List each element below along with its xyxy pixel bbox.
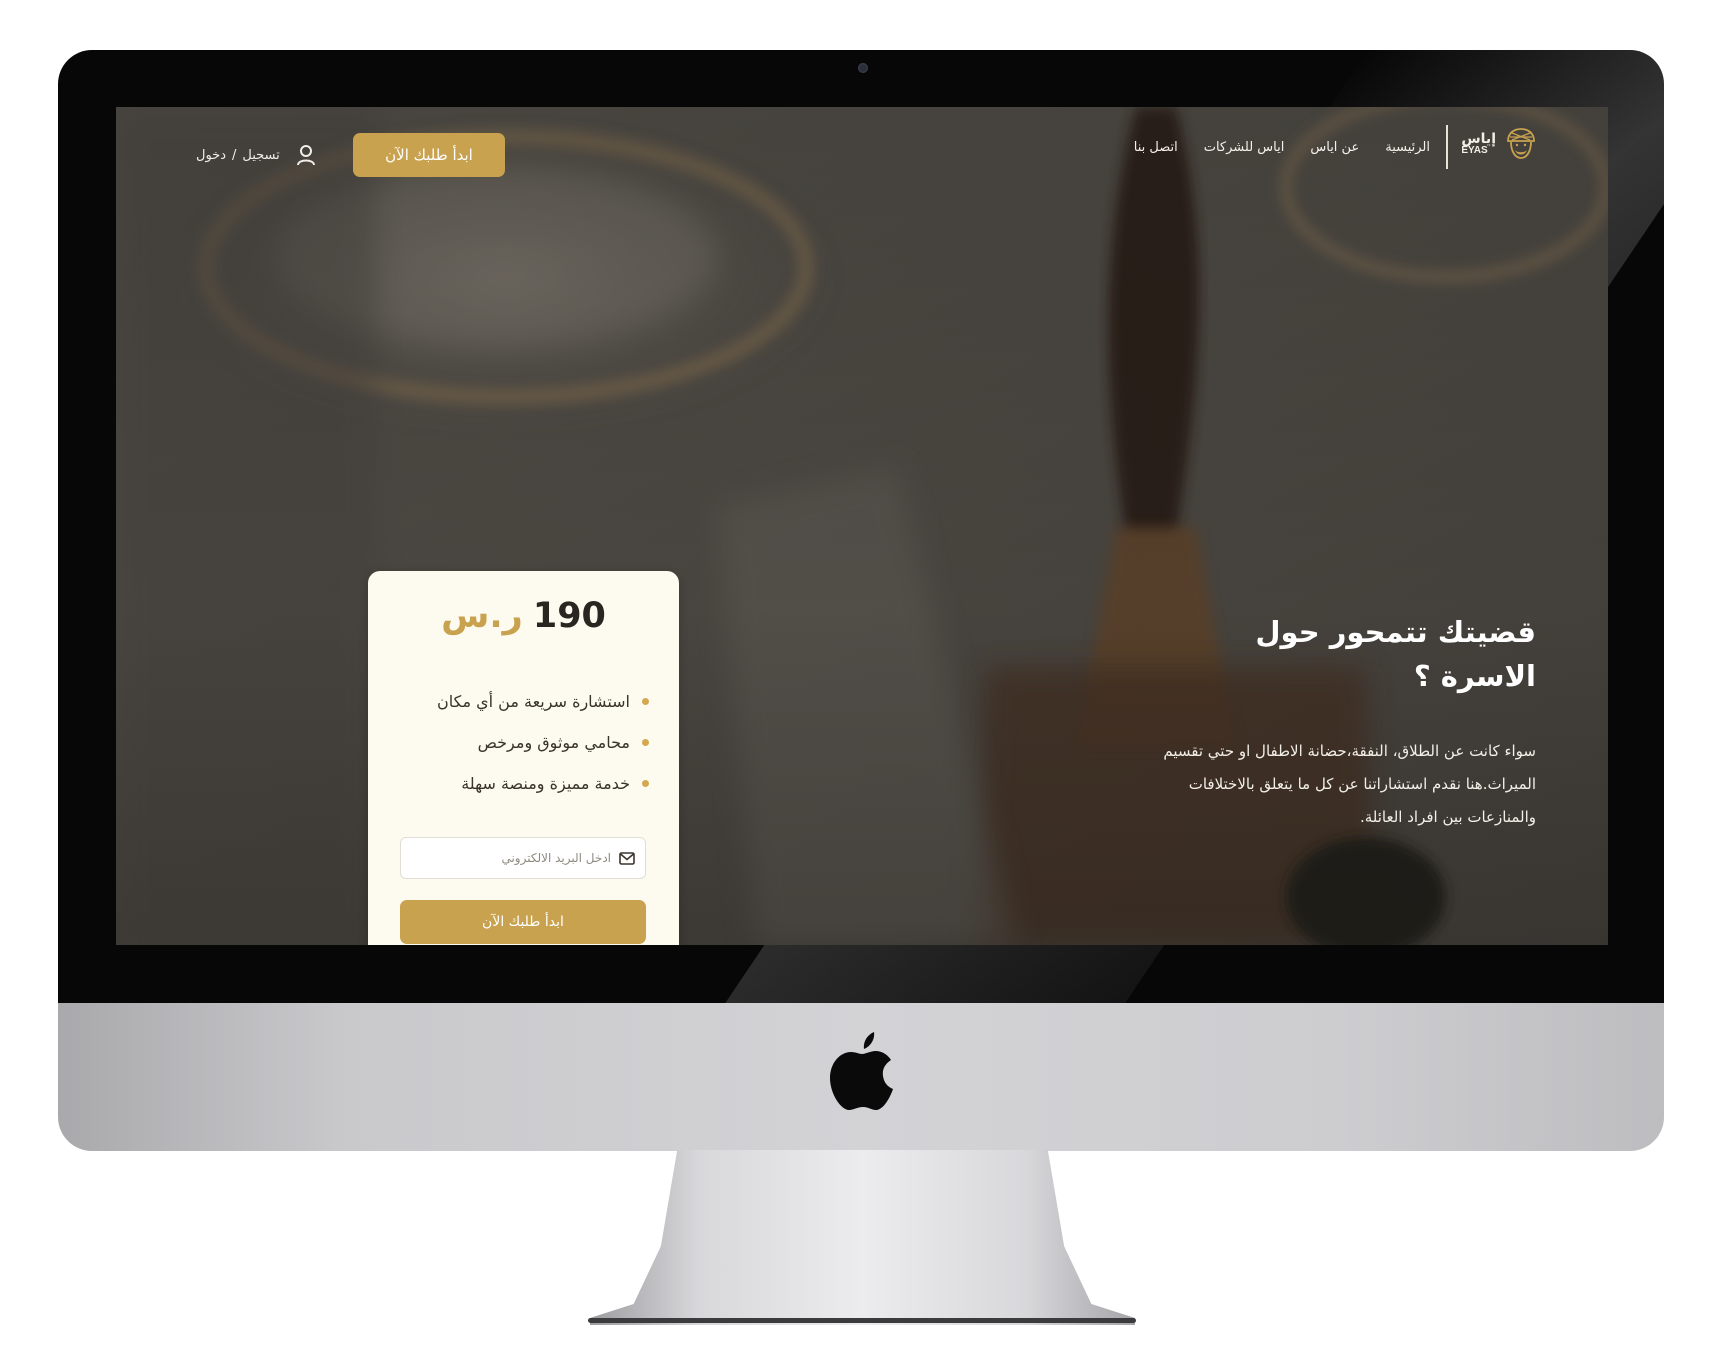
nav-link-home[interactable]: الرئيسية — [1385, 140, 1430, 155]
nav-item-about: عن اياس — [1310, 136, 1359, 155]
nav-links: الرئيسية عن اياس اياس للشركات اتصل بنا — [1134, 136, 1430, 155]
price: 190 ر.س — [368, 596, 679, 636]
nav-link-business[interactable]: اياس للشركات — [1204, 140, 1285, 155]
auth-links: تسجيل / دخول — [196, 144, 316, 166]
envelope-icon — [619, 851, 635, 865]
monitor-stand-base — [588, 1318, 1136, 1323]
nav-item-home: الرئيسية — [1385, 136, 1430, 155]
feature-text: محامي موثوق ومرخص — [477, 733, 630, 752]
price-currency: ر.س — [441, 596, 523, 636]
bullet-dot — [642, 780, 649, 787]
price-amount: 190 — [532, 596, 606, 636]
bullet-dot — [642, 698, 649, 705]
brand-text: إياس EYAS — [1461, 132, 1496, 156]
nav-item-business: اياس للشركات — [1204, 136, 1285, 155]
brand-name-ar: إياس — [1461, 131, 1496, 147]
nav-link-contact[interactable]: اتصل بنا — [1134, 140, 1178, 155]
website-screen: إياس EYAS الرئيسية عن اياس اياس للشركات … — [116, 107, 1608, 945]
feature-text: خدمة مميزة ومنصة سهلة — [461, 774, 630, 793]
nav-item-contact: اتصل بنا — [1134, 136, 1178, 155]
list-item: استشارة سريعة من أي مكان — [388, 681, 649, 722]
pricing-card: 190 ر.س استشارة سريعة من أي مكان محامي م… — [368, 571, 679, 945]
nav-link-about[interactable]: عن اياس — [1310, 140, 1359, 155]
register-link[interactable]: تسجيل — [242, 148, 279, 163]
list-item: خدمة مميزة ومنصة سهلة — [388, 763, 649, 804]
webcam — [858, 63, 868, 73]
feature-text: استشارة سريعة من أي مكان — [436, 692, 630, 711]
hero-description: سواء كانت عن الطلاق، النفقة،حضانة الاطفا… — [1163, 742, 1536, 826]
user-icon[interactable] — [296, 144, 316, 166]
apple-logo-icon — [830, 1032, 893, 1110]
hero-title: قضيتك تتمحور حول الاسرة ؟ — [1255, 615, 1536, 693]
brand-logo[interactable]: إياس EYAS — [1461, 127, 1538, 161]
monitor-stand — [590, 1150, 1135, 1325]
bullet-dot — [642, 739, 649, 746]
email-field[interactable] — [400, 837, 646, 879]
login-link[interactable]: دخول — [196, 148, 226, 163]
start-request-button[interactable]: ابدأ طلبك الآن — [353, 133, 505, 177]
email-input[interactable] — [411, 850, 613, 866]
auth-separator: / — [232, 147, 237, 163]
turban-man-icon — [1507, 128, 1535, 159]
list-item: محامي موثوق ومرخص — [388, 722, 649, 763]
feature-list: استشارة سريعة من أي مكان محامي موثوق ومر… — [388, 681, 649, 804]
start-request-card-button[interactable]: ابدأ طلبك الآن — [400, 900, 646, 944]
navbar: إياس EYAS الرئيسية عن اياس اياس للشركات … — [116, 123, 1608, 177]
brand-name-en: EYAS — [1461, 145, 1488, 156]
brand-divider — [1446, 125, 1448, 169]
